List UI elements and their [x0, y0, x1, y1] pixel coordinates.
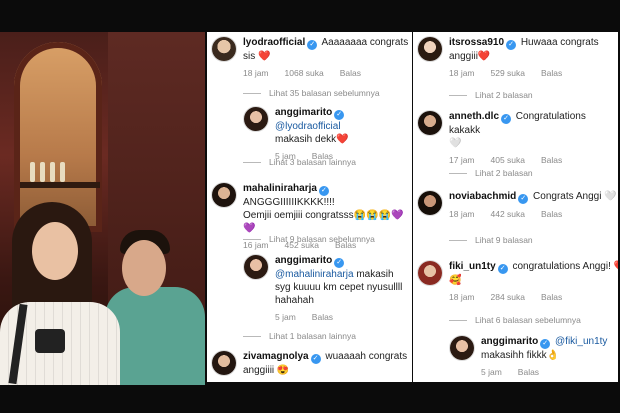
view-more-label[interactable]: Lihat 6 balasan sebelumnya — [475, 315, 581, 325]
comments-column-left: lyodraofficial ✓ Aaaaaaaa congrats sis ❤️… — [207, 32, 412, 382]
verified-icon: ✓ — [540, 339, 551, 349]
view-more-replies[interactable]: Lihat 1 balasan lainnya — [243, 331, 356, 341]
view-more-replies[interactable]: Lihat 3 balasan lainnya — [243, 157, 356, 167]
bottle — [30, 162, 35, 182]
view-more-replies[interactable]: Lihat 9 balasan sebelumnya — [243, 234, 375, 244]
timestamp: 5 jam — [275, 312, 296, 322]
man-face — [122, 240, 166, 296]
view-more-label[interactable]: Lihat 35 balasan sebelumnya — [269, 88, 380, 98]
man-body — [105, 287, 205, 385]
username[interactable]: mahaliniraharja — [243, 183, 317, 194]
couple-photo — [0, 32, 205, 385]
mention-link[interactable]: @fiki_un1ty — [555, 336, 607, 347]
avatar[interactable] — [417, 190, 443, 216]
username[interactable]: zivamagnolya — [243, 351, 309, 362]
reply-button[interactable]: Balas — [541, 68, 562, 78]
timestamp: 18 jam — [449, 292, 475, 302]
comment-text-line2: syg kuuuu km cepet nyusullll — [275, 282, 403, 293]
like-count[interactable]: 442 suka — [491, 209, 526, 219]
comment-text: makasihh fikkk👌 — [481, 350, 560, 361]
view-more-replies[interactable]: Lihat 6 balasan sebelumnya — [449, 315, 581, 325]
like-count[interactable]: 529 suka — [491, 68, 526, 78]
view-more-replies[interactable]: Lihat 9 balasan — [449, 235, 533, 245]
reply-button[interactable]: Balas — [518, 367, 539, 377]
comment-text-line2: 🤍 — [449, 138, 462, 149]
view-more-label[interactable]: Lihat 3 balasan lainnya — [269, 157, 356, 167]
view-more-replies[interactable]: Lihat 2 balasan — [449, 90, 533, 100]
phone — [35, 329, 65, 353]
username[interactable]: fiki_un1ty — [449, 261, 496, 272]
avatar[interactable] — [211, 182, 237, 208]
avatar[interactable] — [417, 36, 443, 62]
username[interactable]: anggimarito — [481, 336, 538, 347]
bottle — [50, 162, 55, 182]
reply-button[interactable]: Balas — [312, 312, 333, 322]
timestamp: 5 jam — [481, 367, 502, 377]
view-more-replies[interactable]: Lihat 2 balasan — [449, 168, 533, 178]
avatar[interactable] — [449, 335, 475, 361]
avatar[interactable] — [243, 254, 269, 280]
mention-link[interactable]: @mahaliniraharja — [275, 269, 354, 280]
comment-text: makasih — [356, 269, 394, 280]
timestamp: 18 jam — [243, 68, 269, 78]
comment-text-line2: Oemjii oemjiii congratsss😭😭😭💜💜 — [243, 210, 404, 234]
timestamp: 18 jam — [449, 68, 475, 78]
username[interactable]: noviabachmid — [449, 191, 516, 202]
comment-text-line2: 🥰 — [449, 275, 462, 286]
avatar[interactable] — [243, 106, 269, 132]
comment-text-line3: hahahah — [275, 295, 314, 306]
username[interactable]: anneth.dlc — [449, 111, 499, 122]
avatar[interactable] — [211, 350, 237, 376]
comment-text: ANGGGIIIIIIKKKK!!!! — [243, 197, 335, 208]
timestamp: 17 jam — [449, 155, 475, 165]
shelf — [20, 182, 100, 188]
avatar[interactable] — [417, 110, 443, 136]
reply-button[interactable]: Balas — [541, 292, 562, 302]
timestamp: 18 jam — [449, 209, 475, 219]
avatar[interactable] — [417, 260, 443, 286]
bottle — [60, 162, 65, 182]
like-count[interactable]: 284 suka — [491, 292, 526, 302]
verified-icon: ✓ — [518, 194, 529, 204]
reply-button[interactable]: Balas — [541, 209, 562, 219]
mention-link[interactable]: @lyodraofficial — [275, 121, 341, 132]
comment-text-line2: anggiiii 😍 — [243, 365, 290, 376]
comment-text: wuaaaah congrats — [325, 351, 408, 362]
bottle — [40, 162, 45, 182]
like-count[interactable]: 405 suka — [491, 155, 526, 165]
view-more-label[interactable]: Lihat 2 balasan — [475, 168, 533, 178]
comments-column-right: itsrossa910 ✓ Huwaaa congrats anggiii❤️ 1… — [413, 32, 618, 382]
view-more-label[interactable]: Lihat 9 balasan — [475, 235, 533, 245]
username[interactable]: lyodraofficial — [243, 37, 305, 48]
woman-face — [32, 222, 78, 280]
comment-text: congratulations Anggi! ❤️ — [512, 261, 618, 272]
verified-icon: ✓ — [307, 40, 318, 50]
view-more-label[interactable]: Lihat 2 balasan — [475, 90, 533, 100]
verified-icon: ✓ — [334, 258, 345, 268]
avatar[interactable] — [211, 36, 237, 62]
reply-button[interactable]: Balas — [541, 155, 562, 165]
reply-button[interactable]: Balas — [340, 68, 361, 78]
view-more-replies[interactable]: Lihat 35 balasan sebelumnya — [243, 88, 380, 98]
verified-icon: ✓ — [506, 40, 517, 50]
verified-icon: ✓ — [310, 354, 321, 364]
comment-text: makasih dekk❤️ — [275, 134, 349, 145]
comment-text: Congrats Anggi 🤍 — [533, 191, 617, 202]
view-more-label[interactable]: Lihat 9 balasan sebelumnya — [269, 234, 375, 244]
view-more-label[interactable]: Lihat 1 balasan lainnya — [269, 331, 356, 341]
username[interactable]: anggimarito — [275, 255, 332, 266]
like-count[interactable]: 1068 suka — [285, 68, 324, 78]
verified-icon: ✓ — [334, 110, 345, 120]
username[interactable]: anggimarito — [275, 107, 332, 118]
comment-text: Huwaaa congrats — [520, 37, 599, 48]
username[interactable]: itsrossa910 — [449, 37, 504, 48]
screenshot-frame: lyodraofficial ✓ Aaaaaaaa congrats sis ❤️… — [0, 0, 620, 413]
verified-icon: ✓ — [501, 114, 512, 124]
verified-icon: ✓ — [318, 186, 329, 196]
verified-icon: ✓ — [497, 264, 508, 274]
comment-text-line2: anggiii❤️ — [449, 51, 491, 62]
